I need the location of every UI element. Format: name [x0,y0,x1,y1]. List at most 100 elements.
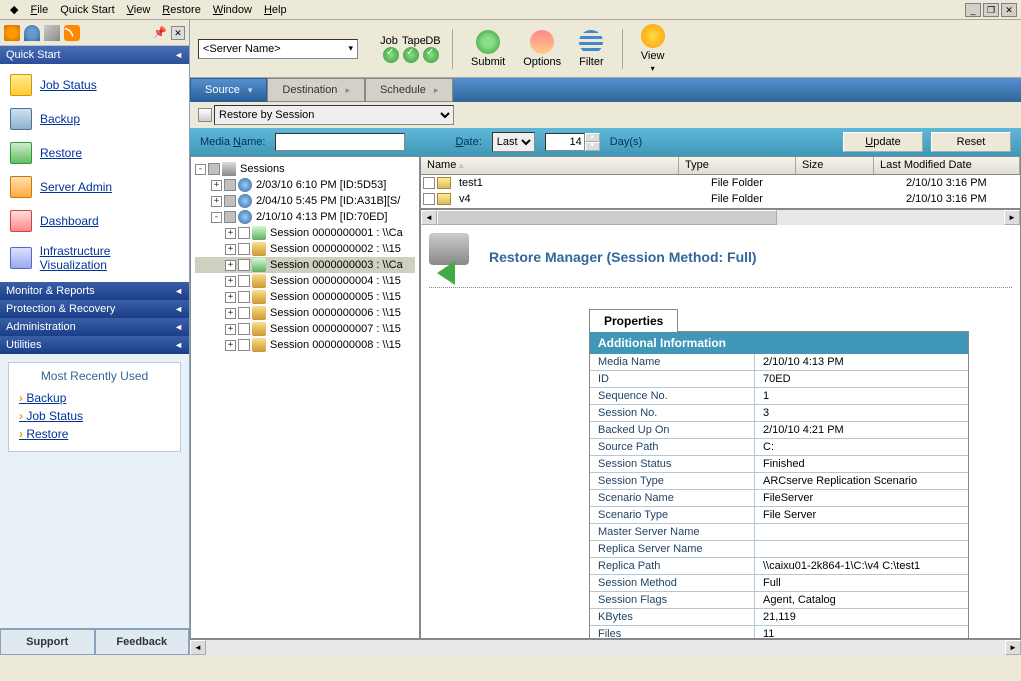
tree-root[interactable]: -Sessions [195,161,415,177]
tab-schedule[interactable]: Schedule▸ [365,78,453,102]
support-button[interactable]: Support [0,629,95,655]
property-row: KBytes21,119 [590,609,968,626]
sidebar-item-restore[interactable]: Restore [0,136,189,170]
util-header[interactable]: Utilities◄ [0,336,189,354]
property-row: Files11 [590,626,968,638]
tree-item[interactable]: +Session 0000000005 : \\15 [195,289,415,305]
mru-backup[interactable]: Backup [19,391,170,405]
tape-status-icon[interactable] [403,47,419,63]
menu-file[interactable]: File [24,2,54,18]
db-icon [252,258,266,272]
days-spinner[interactable]: ▲▼ [545,133,600,151]
col-date[interactable]: Last Modified Date [874,157,1020,174]
menu-window[interactable]: Window [207,2,258,18]
col-name[interactable]: Name ▵ [421,157,679,174]
spin-down[interactable]: ▼ [585,142,600,151]
close-panel-icon[interactable]: ✕ [171,26,185,40]
tree-item[interactable]: +Session 0000000006 : \\15 [195,305,415,321]
user-icon[interactable] [24,25,40,41]
tab-source[interactable]: Source▾ [190,78,267,102]
properties-tab[interactable]: Properties [589,309,678,332]
property-value: FileServer [755,490,968,506]
property-value: 11 [755,626,968,638]
pin-icon[interactable]: 📌 [153,26,167,39]
days-input[interactable] [545,133,585,151]
feedback-button[interactable]: Feedback [95,629,190,655]
tree-pane[interactable]: -Sessions +2/03/10 6:10 PM [ID:5D53] +2/… [190,156,420,639]
media-name-input[interactable] [275,133,405,151]
dashboard-icon [10,210,32,232]
db-icon [252,274,266,288]
quickstart-header[interactable]: Quick Start◄ [0,46,189,64]
property-row: Backed Up On2/10/10 4:21 PM [590,422,968,439]
properties-section-header: Additional Information [590,332,968,354]
restore-by-combo[interactable]: Restore by Session [214,105,454,125]
property-key: Session Flags [590,592,755,608]
tabs-bar: Source▾ Destination▸ Schedule▸ [190,78,1021,102]
spin-up[interactable]: ▲ [585,133,600,142]
sidebar-item-jobstatus[interactable]: Job Status [0,68,189,102]
menu-quickstart[interactable]: Quick Start [54,2,120,18]
property-key: Master Server Name [590,524,755,540]
server-combo[interactable]: <Server Name> [198,39,358,59]
update-button[interactable]: Update [843,132,923,152]
close-button[interactable]: ✕ [1001,3,1017,17]
property-value: File Server [755,507,968,523]
menu-view[interactable]: View [121,2,157,18]
folder-icon [437,193,451,205]
media-label: Media Name: [200,136,265,148]
col-type[interactable]: Type [679,157,796,174]
db-icon [252,338,266,352]
sidebar-item-dashboard[interactable]: Dashboard [0,204,189,238]
sidebar-item-serveradmin[interactable]: Server Admin [0,170,189,204]
sidebar-toolbar: 📌 ✕ [0,20,189,46]
monitor-header[interactable]: Monitor & Reports◄ [0,282,189,300]
property-row: Session FlagsAgent, Catalog [590,592,968,609]
tree-session-2[interactable]: +2/04/10 5:45 PM [ID:A31B][S/ [195,193,415,209]
property-row: Master Server Name [590,524,968,541]
tree-item-selected[interactable]: +Session 0000000003 : \\Ca [195,257,415,273]
db-status-icon[interactable] [423,47,439,63]
home-icon[interactable] [4,25,20,41]
file-row[interactable]: v4File Folder2/10/10 3:16 PM [421,191,1020,207]
file-hscroll[interactable]: ◄► [421,209,1020,225]
property-row: ID70ED [590,371,968,388]
tree-item[interactable]: +Session 0000000007 : \\15 [195,321,415,337]
minimize-button[interactable]: _ [965,3,981,17]
job-status-icon[interactable] [383,47,399,63]
restore-button[interactable]: ❐ [983,3,999,17]
rss-icon[interactable] [64,25,80,41]
submit-button[interactable]: Submit [463,28,513,70]
file-row[interactable]: test1File Folder2/10/10 3:16 PM [421,175,1020,191]
db-icon [252,306,266,320]
tree-session-1[interactable]: +2/03/10 6:10 PM [ID:5D53] [195,177,415,193]
view-button[interactable]: View▾ [633,22,673,75]
db-icon [252,290,266,304]
sidebar-item-infra[interactable]: Infrastructure Visualization [0,238,189,278]
menu-help[interactable]: Help [258,2,293,18]
tree-item[interactable]: +Session 0000000004 : \\15 [195,273,415,289]
tree-item[interactable]: +Session 0000000008 : \\15 [195,337,415,353]
tree-session-3[interactable]: -2/10/10 4:13 PM [ID:70ED] [195,209,415,225]
tab-destination[interactable]: Destination▸ [267,78,365,102]
date-combo[interactable]: Last [492,132,535,152]
file-list: test1File Folder2/10/10 3:16 PM v4File F… [421,175,1020,209]
reset-button[interactable]: Reset [931,132,1011,152]
menu-restore[interactable]: Restore [156,2,207,18]
property-key: ID [590,371,755,387]
mru-jobstatus[interactable]: Job Status [19,409,170,423]
sidebar-item-backup[interactable]: Backup [0,102,189,136]
tree-hscroll[interactable]: ◄► [190,639,1021,655]
col-size[interactable]: Size [796,157,874,174]
play-arrow-icon [437,261,455,285]
package-icon[interactable] [44,25,60,41]
admin-header[interactable]: Administration◄ [0,318,189,336]
mru-restore[interactable]: Restore [19,427,170,441]
mru-box: Most Recently Used Backup Job Status Res… [8,362,181,452]
filter-button[interactable]: Filter [571,28,611,70]
tree-item[interactable]: +Session 0000000002 : \\15 [195,241,415,257]
protection-header[interactable]: Protection & Recovery◄ [0,300,189,318]
options-button[interactable]: Options [515,28,569,70]
tree-item[interactable]: +Session 0000000001 : \\Ca [195,225,415,241]
property-value: 1 [755,388,968,404]
